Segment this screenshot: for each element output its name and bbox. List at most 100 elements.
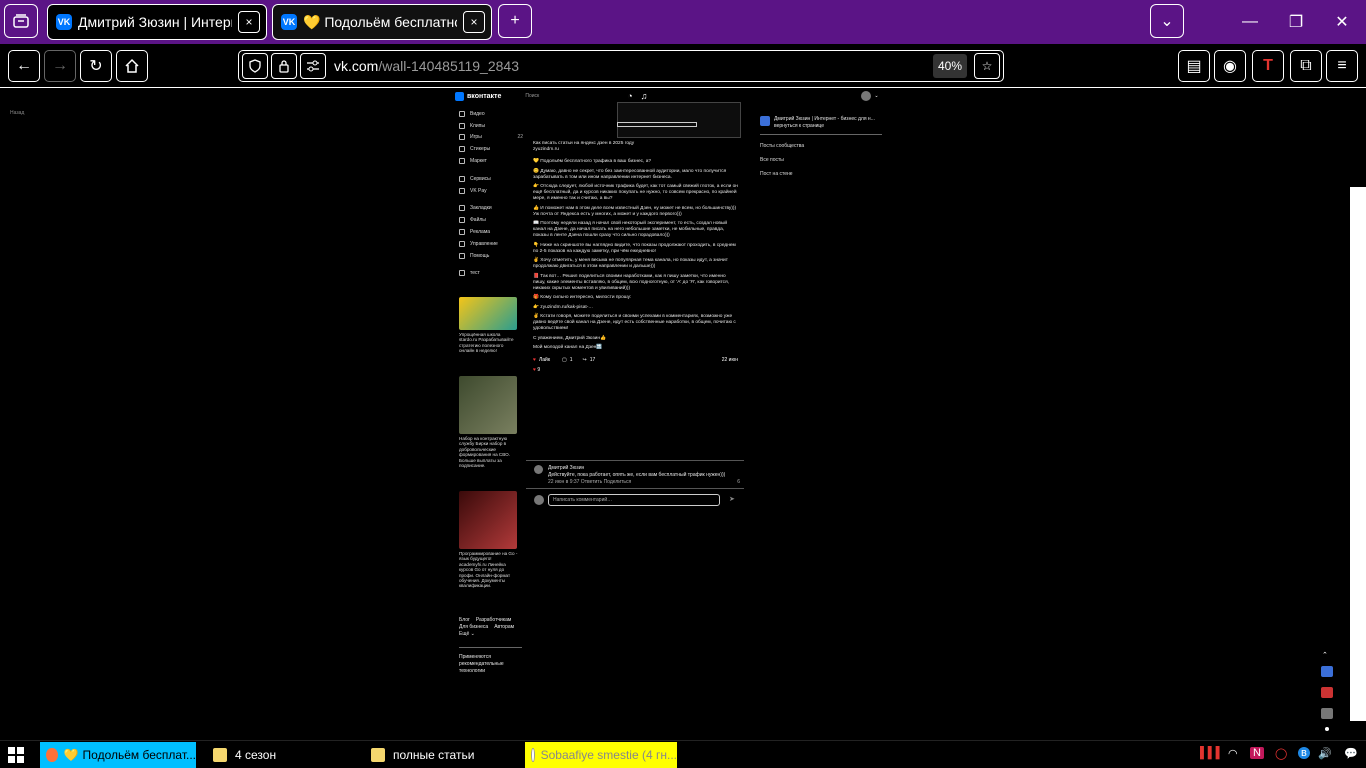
lock-icon[interactable]	[271, 53, 297, 79]
taskbar-media[interactable]: Sobaafiye smestie (4 гн...	[525, 742, 677, 768]
avatar[interactable]	[861, 91, 872, 101]
tab-list-button[interactable]: ⌄	[1150, 4, 1184, 38]
windows-start-icon[interactable]	[8, 747, 24, 768]
account-button[interactable]: ◉	[1214, 50, 1246, 82]
music-icon[interactable]: ♫	[641, 91, 648, 101]
sidebar-item[interactable]: Маркет	[459, 155, 523, 167]
ad-block-2[interactable]: Набор на контрактную службу Бирки набор …	[459, 376, 519, 468]
comment-input[interactable]: Написать комментарий…	[548, 494, 720, 506]
close-window-button[interactable]: ✕	[1322, 8, 1362, 36]
posts-community-link[interactable]: Посты сообщества	[760, 143, 882, 149]
sidebar-item[interactable]: Клипы	[459, 120, 523, 132]
comment-meta[interactable]: 22 июн в 9:37 Ответить Поделиться	[548, 479, 631, 486]
send-icon[interactable]: ➤	[729, 495, 735, 503]
footer-link[interactable]: Разработчикам	[476, 617, 512, 624]
sidebar-item[interactable]: Помощь	[459, 250, 523, 262]
taskbar-folder-2[interactable]: полные статьи	[365, 742, 520, 768]
tab-2[interactable]: VK 💛 Подольём бесплатного тр ×	[272, 4, 492, 40]
maximize-button[interactable]: ❐	[1276, 8, 1316, 36]
post-link[interactable]: zyuzindm.ru	[533, 147, 738, 153]
back-button[interactable]: ←	[8, 50, 40, 82]
ad-block-3[interactable]: Программирование на Go - язык будущего! …	[459, 491, 519, 589]
address-bar[interactable]: vk.com/wall-140485119_2843 40% ☆	[238, 50, 1004, 82]
share-icon[interactable]: ↪	[583, 357, 587, 363]
scrollbar-thumb[interactable]	[1350, 187, 1366, 721]
zoom-level-button[interactable]: 40%	[933, 54, 967, 78]
extensions-button[interactable]: ⧉	[1290, 50, 1322, 82]
ad-image[interactable]	[459, 491, 517, 549]
reader-view-button[interactable]: ▤	[1178, 50, 1210, 82]
new-tab-button[interactable]: +	[498, 4, 532, 38]
post-paragraph: С уважением, Дмитрий Зюзин👍	[533, 335, 606, 341]
tray-opera-icon[interactable]: ◯	[1275, 747, 1287, 760]
post-paragraph: Мой молодой канал на Дзен🔜	[533, 345, 603, 350]
taskbar-folder-1[interactable]: 4 сезон	[207, 742, 359, 768]
sidebar-item-label: Управление	[470, 240, 498, 247]
taskbar-firefox[interactable]: 💛 Подольём бесплат...	[40, 742, 196, 768]
ad-block-1[interactable]: Упрощённая школа stardo.ru Разрабатывайт…	[459, 297, 519, 354]
post-screenshot-image[interactable]	[617, 102, 741, 138]
sidebar-item[interactable]: Стикеры	[459, 143, 523, 155]
extension-button[interactable]: T	[1252, 50, 1284, 82]
group-link[interactable]: Дмитрий Зюзин | Интернет - бизнес для н.…	[774, 116, 882, 130]
chat-avatar-2[interactable]	[1321, 687, 1333, 698]
group-avatar[interactable]	[760, 116, 770, 126]
vk-logo-text[interactable]: вконтакте	[467, 93, 501, 100]
sidebar-item[interactable]: Видео	[459, 108, 523, 120]
tray-n-icon[interactable]: N	[1250, 747, 1264, 759]
minimize-button[interactable]: —	[1230, 8, 1270, 36]
like-button[interactable]: Лайк	[539, 357, 550, 363]
vk-search-input[interactable]: Поиск	[525, 93, 539, 99]
chat-avatar-1[interactable]	[1321, 666, 1333, 677]
all-posts-link[interactable]: Все посты	[760, 157, 882, 163]
comment-avatar[interactable]	[534, 465, 543, 474]
comment-icon[interactable]: ▢	[562, 357, 567, 363]
shield-icon[interactable]	[242, 53, 268, 79]
bookmark-star-icon[interactable]: ☆	[974, 53, 1000, 79]
sidebar-item[interactable]: VK Pay	[459, 185, 523, 197]
comment-likes[interactable]: 6	[737, 479, 740, 486]
footer-link[interactable]: Для бизнеса	[459, 624, 488, 631]
more-dot-icon[interactable]	[1325, 727, 1329, 731]
site-permissions-icon[interactable]	[300, 53, 326, 79]
ad-image[interactable]	[459, 376, 517, 434]
tray-app-icon[interactable]: ▌▌▌	[1200, 747, 1223, 759]
comment-author[interactable]: Дмитрий Зюзин	[548, 465, 740, 472]
reload-icon: ↻	[89, 58, 103, 75]
back-link[interactable]: Назад	[10, 110, 24, 117]
chevron-up-icon[interactable]: ⌃	[1322, 651, 1328, 659]
url-text[interactable]: vk.com/wall-140485119_2843	[334, 58, 933, 74]
notifications-icon[interactable]: ◔	[627, 91, 632, 101]
chat-avatar-3[interactable]	[1321, 708, 1333, 719]
sidebar-item[interactable]: Закладки	[459, 203, 523, 215]
volume-icon[interactable]: 🔊	[1318, 747, 1332, 760]
tab-2-close-button[interactable]: ×	[463, 11, 485, 33]
wifi-icon[interactable]: ◠	[1228, 747, 1238, 760]
footer-link[interactable]: Ещё ⌄	[459, 631, 475, 638]
home-button[interactable]	[116, 50, 148, 82]
sidebar-item-label: Стикеры	[470, 146, 491, 153]
divider	[459, 647, 522, 648]
wall-post-link[interactable]: Пост на стене	[760, 171, 882, 177]
footer-link[interactable]: Авторам	[494, 624, 514, 631]
sidebar-item[interactable]: Игры 22	[459, 132, 523, 144]
tab-1-close-button[interactable]: ×	[238, 11, 260, 33]
comment-text: Действуйте, пока работает, опять же, есл…	[548, 472, 726, 478]
reload-button[interactable]: ↻	[80, 50, 112, 82]
chevron-down-icon[interactable]: ⌄	[874, 93, 878, 99]
menu-button[interactable]: ≡	[1326, 50, 1358, 82]
sidebar-item[interactable]: Управление	[459, 238, 523, 250]
bluetooth-icon[interactable]: ʙ	[1298, 747, 1310, 759]
sidebar-item[interactable]: Реклама	[459, 226, 523, 238]
sidebar-item[interactable]: Файлы	[459, 214, 523, 226]
forward-button[interactable]: →	[44, 50, 76, 82]
notifications-icon[interactable]: 💬	[1344, 747, 1358, 760]
footer-link[interactable]: Блог	[459, 617, 470, 624]
sidebar-item[interactable]: Сервисы	[459, 173, 523, 185]
tab-overview-button[interactable]	[4, 4, 38, 38]
tab-1[interactable]: VK Дмитрий Зюзин | Интернет - ×	[47, 4, 267, 40]
like-icon[interactable]: ♥	[533, 357, 536, 363]
sidebar-item[interactable]: тест	[459, 268, 523, 280]
reactions: ♥ 9	[533, 367, 738, 373]
ad-image[interactable]	[459, 297, 517, 330]
